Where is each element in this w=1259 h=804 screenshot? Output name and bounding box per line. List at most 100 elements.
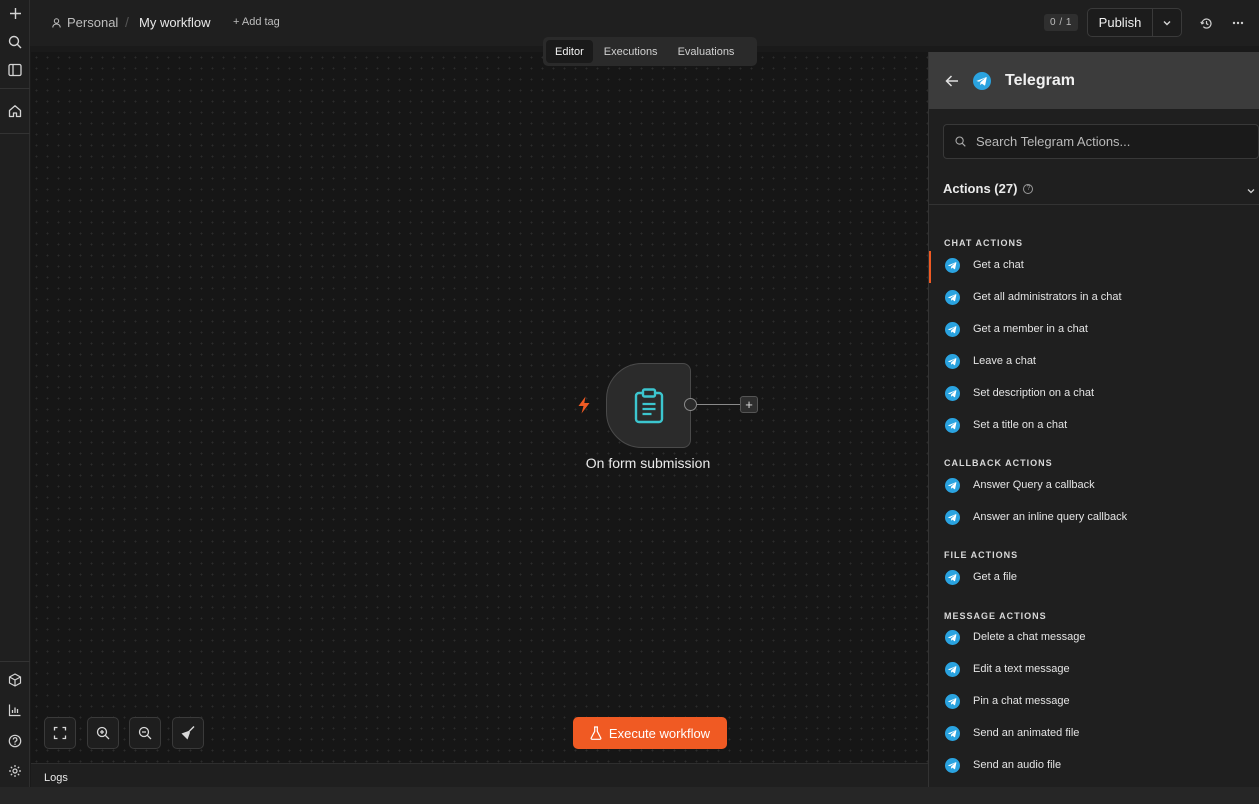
help-icon[interactable] <box>4 730 26 752</box>
rail-divider <box>0 88 30 89</box>
section-label: FILE ACTIONS <box>944 550 1019 560</box>
more-options-icon[interactable] <box>1228 13 1248 33</box>
workflow-canvas[interactable] <box>31 52 928 763</box>
settings-icon[interactable] <box>4 760 26 782</box>
zoom-out-button[interactable] <box>129 717 161 749</box>
action-item-label: Set a title on a chat <box>973 419 1068 431</box>
action-item-label: Leave a chat <box>973 355 1036 367</box>
form-trigger-node[interactable] <box>606 363 691 448</box>
fit-view-button[interactable] <box>44 717 76 749</box>
telegram-icon <box>945 725 960 741</box>
breadcrumb-project[interactable]: Personal <box>52 15 118 30</box>
active-counter-badge: 0 / 1 <box>1044 14 1078 31</box>
broom-icon <box>181 726 195 740</box>
telegram-icon <box>945 353 960 369</box>
action-item[interactable]: Pin a chat message <box>929 687 1259 715</box>
action-item-label: Send an animated file <box>973 727 1080 739</box>
add-tag-button[interactable]: + Add tag <box>233 16 280 28</box>
help-circle-icon[interactable]: ? <box>1023 183 1034 194</box>
chevron-down-icon[interactable] <box>1246 183 1256 201</box>
user-icon <box>52 17 61 28</box>
zoom-in-button[interactable] <box>87 717 119 749</box>
action-item[interactable]: Edit a text message <box>929 655 1259 683</box>
tidy-up-button[interactable] <box>172 717 204 749</box>
action-item-label: Get a member in a chat <box>973 323 1088 335</box>
action-item[interactable]: Answer Query a callback <box>929 471 1259 499</box>
tab-editor[interactable]: Editor <box>546 40 593 63</box>
execute-workflow-label: Execute workflow <box>608 725 711 741</box>
section-label: MESSAGE ACTIONS <box>944 611 1047 621</box>
insights-icon[interactable] <box>4 699 26 721</box>
action-item-label: Edit a text message <box>973 663 1070 675</box>
telegram-icon <box>945 477 960 493</box>
rail-divider <box>0 661 30 662</box>
search-field[interactable] <box>943 124 1259 159</box>
project-name: Personal <box>67 15 119 30</box>
actions-header[interactable]: Actions (27) ? <box>943 181 1259 196</box>
clipboard-icon <box>634 387 663 423</box>
action-item-label: Get all administrators in a chat <box>973 291 1122 303</box>
search-icon[interactable] <box>4 31 26 53</box>
telegram-icon <box>945 385 960 401</box>
search-icon <box>955 136 966 147</box>
telegram-icon <box>945 693 960 709</box>
action-item-label: Pin a chat message <box>973 695 1070 707</box>
history-icon[interactable] <box>1196 13 1216 33</box>
zoom-in-icon <box>96 726 110 740</box>
zoom-out-icon <box>138 726 152 740</box>
telegram-icon <box>945 757 960 773</box>
node-label: On form submission <box>585 455 711 471</box>
section-label: CALLBACK ACTIONS <box>944 458 1053 468</box>
publish-button[interactable]: Publish <box>1088 9 1153 36</box>
breadcrumb-separator: / <box>125 14 129 30</box>
action-item-label: Answer an inline query callback <box>973 511 1128 523</box>
tab-executions[interactable]: Executions <box>595 40 667 63</box>
actions-divider <box>929 204 1259 205</box>
logs-bar[interactable]: Logs <box>31 763 928 787</box>
action-item[interactable]: Send an animated file <box>929 719 1259 747</box>
telegram-icon <box>945 629 960 645</box>
logs-label: Logs <box>44 772 68 784</box>
action-item[interactable]: Answer an inline query callback <box>929 503 1259 531</box>
node-output-handle[interactable] <box>684 398 697 411</box>
node-output-connector <box>697 404 741 405</box>
home-icon[interactable] <box>4 100 26 122</box>
action-item-label: Get a file <box>973 571 1018 583</box>
search-input[interactable] <box>976 134 1246 149</box>
publish-button-group: Publish <box>1087 8 1182 37</box>
action-item[interactable]: Get a file <box>929 563 1259 591</box>
action-item[interactable]: Get a chat <box>929 251 1259 283</box>
flask-icon <box>590 726 602 740</box>
action-item[interactable]: Delete a chat message <box>929 623 1259 651</box>
tab-evaluations[interactable]: Evaluations <box>669 40 744 63</box>
telegram-icon <box>945 569 960 585</box>
left-rail <box>0 0 30 787</box>
action-item[interactable]: Send an audio file <box>929 751 1259 779</box>
telegram-icon <box>945 257 960 273</box>
action-item[interactable]: Get a member in a chat <box>929 315 1259 343</box>
section-label: CHAT ACTIONS <box>944 238 1023 248</box>
trigger-bolt-icon <box>578 396 590 414</box>
publish-options-button[interactable] <box>1153 9 1181 36</box>
panel-title: Telegram <box>1005 71 1075 89</box>
action-item[interactable]: Set a title on a chat <box>929 411 1259 439</box>
templates-icon[interactable] <box>4 669 26 691</box>
panel-header: Telegram <box>929 52 1259 109</box>
actions-title: Actions (27) <box>943 181 1018 196</box>
action-item[interactable]: Get all administrators in a chat <box>929 283 1259 311</box>
add-node-button[interactable]: + <box>740 396 758 413</box>
node-creator-panel: Telegram Actions (27) ? CHAT ACTIONS Get … <box>928 52 1259 787</box>
workflow-name[interactable]: My workflow <box>139 15 211 30</box>
action-item-label: Answer Query a callback <box>973 479 1095 491</box>
view-tabs: Editor Executions Evaluations <box>543 37 757 66</box>
execute-workflow-button[interactable]: Execute workflow <box>573 717 727 749</box>
action-item[interactable]: Leave a chat <box>929 347 1259 375</box>
plus-icon[interactable] <box>4 2 26 24</box>
action-item-label: Delete a chat message <box>973 631 1086 643</box>
action-item-label: Set description on a chat <box>973 387 1095 399</box>
telegram-icon <box>945 289 960 305</box>
action-item[interactable]: Set description on a chat <box>929 379 1259 407</box>
sidebar-toggle-icon[interactable] <box>4 59 26 81</box>
fit-view-icon <box>53 726 67 740</box>
back-arrow-icon[interactable] <box>945 73 961 89</box>
